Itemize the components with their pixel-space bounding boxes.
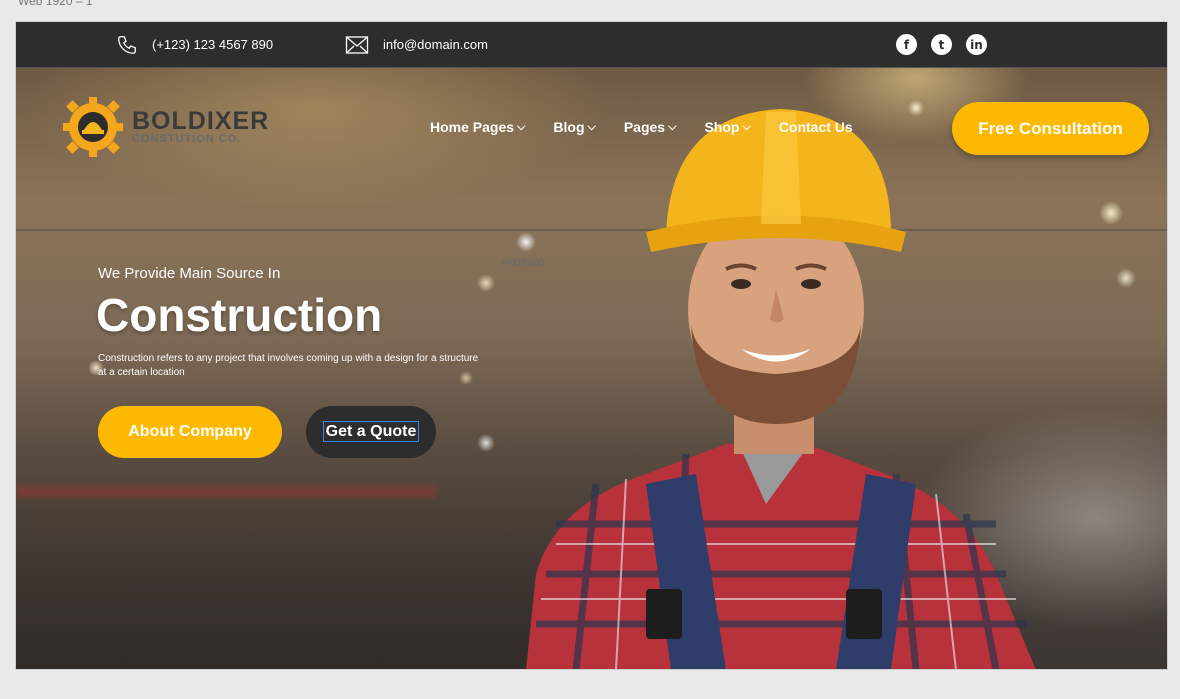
- nav-item-blog[interactable]: Blog ⌵: [553, 119, 595, 135]
- color-annotation: #FDB900: [502, 258, 545, 269]
- nav-item-pages[interactable]: Pages ⌵: [624, 119, 677, 135]
- nav-label: Home Pages: [430, 119, 515, 135]
- chevron-down-icon: ⌵: [517, 120, 526, 133]
- facebook-icon[interactable]: f: [896, 34, 917, 55]
- top-bar: (+123) 123 4567 890 info@domain.com f t …: [16, 22, 1167, 68]
- nav-label: Shop: [704, 119, 740, 135]
- get-a-quote-label: Get a Quote: [322, 421, 420, 442]
- about-company-button[interactable]: About Company: [98, 406, 282, 458]
- mail-icon: [345, 35, 369, 55]
- chevron-down-icon: ⌵: [587, 120, 596, 133]
- gear-icon: [63, 97, 123, 157]
- brand-text: BOLDIXER CONSTUTION CO.: [132, 107, 270, 146]
- nav-label: Contact Us: [778, 119, 853, 135]
- free-consultation-button[interactable]: Free Consultation: [952, 102, 1149, 155]
- hero-description: Construction refers to any project that …: [98, 353, 479, 378]
- brand-name: BOLDIXER: [132, 107, 270, 135]
- hero-subtitle: We Provide Main Source In: [98, 265, 281, 282]
- email-contact[interactable]: info@domain.com: [345, 22, 488, 67]
- brand-logo[interactable]: BOLDIXER CONSTUTION CO.: [62, 96, 269, 158]
- phone-number: (+123) 123 4567 890: [152, 37, 274, 52]
- get-a-quote-button[interactable]: Get a Quote: [306, 406, 436, 458]
- chevron-down-icon: ⌵: [668, 120, 677, 133]
- hero-title: Construction: [96, 289, 383, 341]
- nav-label: Blog: [553, 119, 585, 135]
- social-links: f t in: [896, 34, 987, 55]
- nav-item-shop[interactable]: Shop ⌵: [704, 119, 750, 135]
- phone-icon: [116, 34, 138, 56]
- nav-label: Pages: [623, 119, 666, 135]
- worker-photo: [526, 109, 1036, 669]
- page-frame: (+123) 123 4567 890 info@domain.com f t …: [15, 21, 1168, 670]
- email-address: info@domain.com: [383, 37, 488, 52]
- linkedin-icon[interactable]: in: [966, 34, 987, 55]
- frame-label: Web 1920 – 1: [18, 0, 93, 8]
- chevron-down-icon: ⌵: [742, 120, 751, 133]
- main-nav: Home Pages ⌵ Blog ⌵ Pages ⌵ Shop ⌵ Conta…: [430, 119, 853, 135]
- nav-item-home-pages[interactable]: Home Pages ⌵: [430, 119, 525, 135]
- nav-item-contact-us[interactable]: Contact Us: [779, 119, 853, 135]
- twitter-icon[interactable]: t: [931, 34, 952, 55]
- phone-contact[interactable]: (+123) 123 4567 890: [116, 22, 273, 67]
